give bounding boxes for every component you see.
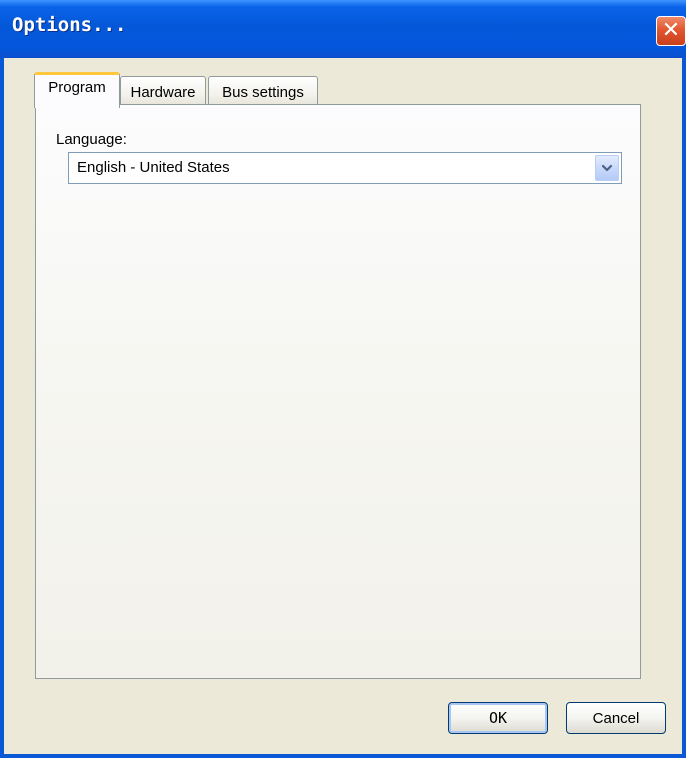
language-value: English - United States <box>77 159 230 176</box>
ok-button[interactable]: OK <box>448 702 548 734</box>
tab-bus-settings[interactable]: Bus settings <box>208 76 318 106</box>
tab-label: Program <box>48 79 106 96</box>
tab-label: Bus settings <box>222 84 304 101</box>
tab-strip: Program Hardware Bus settings <box>30 72 630 108</box>
cancel-label: Cancel <box>592 709 640 727</box>
dropdown-button[interactable] <box>595 155 619 181</box>
language-label: Language: <box>56 131 127 148</box>
tab-panel-program: Language: English - United States <box>35 104 641 679</box>
tab-hardware[interactable]: Hardware <box>120 76 206 106</box>
language-dropdown[interactable]: English - United States <box>68 152 622 184</box>
window-title: Options... <box>12 14 127 36</box>
ok-label: OK <box>488 709 508 727</box>
tab-label: Hardware <box>130 84 196 101</box>
chevron-down-icon <box>601 164 613 172</box>
close-icon: ✕ <box>661 18 681 43</box>
tab-program[interactable]: Program <box>34 72 120 108</box>
cancel-button[interactable]: Cancel <box>566 702 666 734</box>
close-button[interactable]: ✕ <box>656 16 686 46</box>
title-bar[interactable]: Options... ✕ <box>0 0 686 58</box>
